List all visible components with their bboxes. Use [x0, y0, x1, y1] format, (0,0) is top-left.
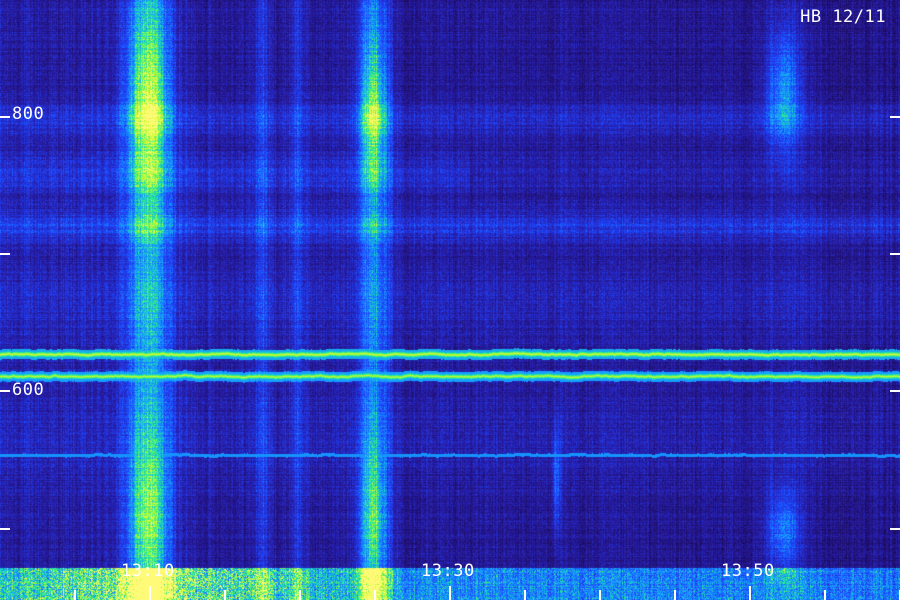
y-tick-label-800: 800: [12, 104, 45, 124]
time-label-1310: 13:10: [121, 561, 175, 581]
y-tick-mark: [890, 116, 900, 118]
y-tick-mark: [890, 390, 900, 392]
y-tick-label-600: 600: [12, 380, 45, 400]
x-tick-mark: [524, 590, 526, 600]
y-tick-mark: [0, 390, 10, 392]
time-label-1350: 13:50: [721, 561, 775, 581]
station-date-label: HB 12/11: [800, 7, 886, 27]
spectrogram-view: HB 12/11 800 600 13:10 13:30 13:50: [0, 0, 900, 600]
x-tick-mark: [449, 586, 451, 600]
x-tick-mark: [749, 586, 751, 600]
y-tick-mark: [890, 528, 900, 530]
y-tick-mark: [0, 253, 10, 255]
x-tick-mark: [299, 590, 301, 600]
spectrogram-canvas: [0, 0, 900, 600]
x-tick-mark: [674, 590, 676, 600]
time-label-1330: 13:30: [421, 561, 475, 581]
x-tick-mark: [374, 590, 376, 600]
x-tick-mark: [74, 590, 76, 600]
x-tick-mark: [224, 590, 226, 600]
x-tick-mark: [149, 586, 151, 600]
y-tick-mark: [890, 253, 900, 255]
x-tick-mark: [824, 590, 826, 600]
y-tick-mark: [0, 528, 10, 530]
x-tick-mark: [599, 590, 601, 600]
y-tick-mark: [0, 116, 10, 118]
